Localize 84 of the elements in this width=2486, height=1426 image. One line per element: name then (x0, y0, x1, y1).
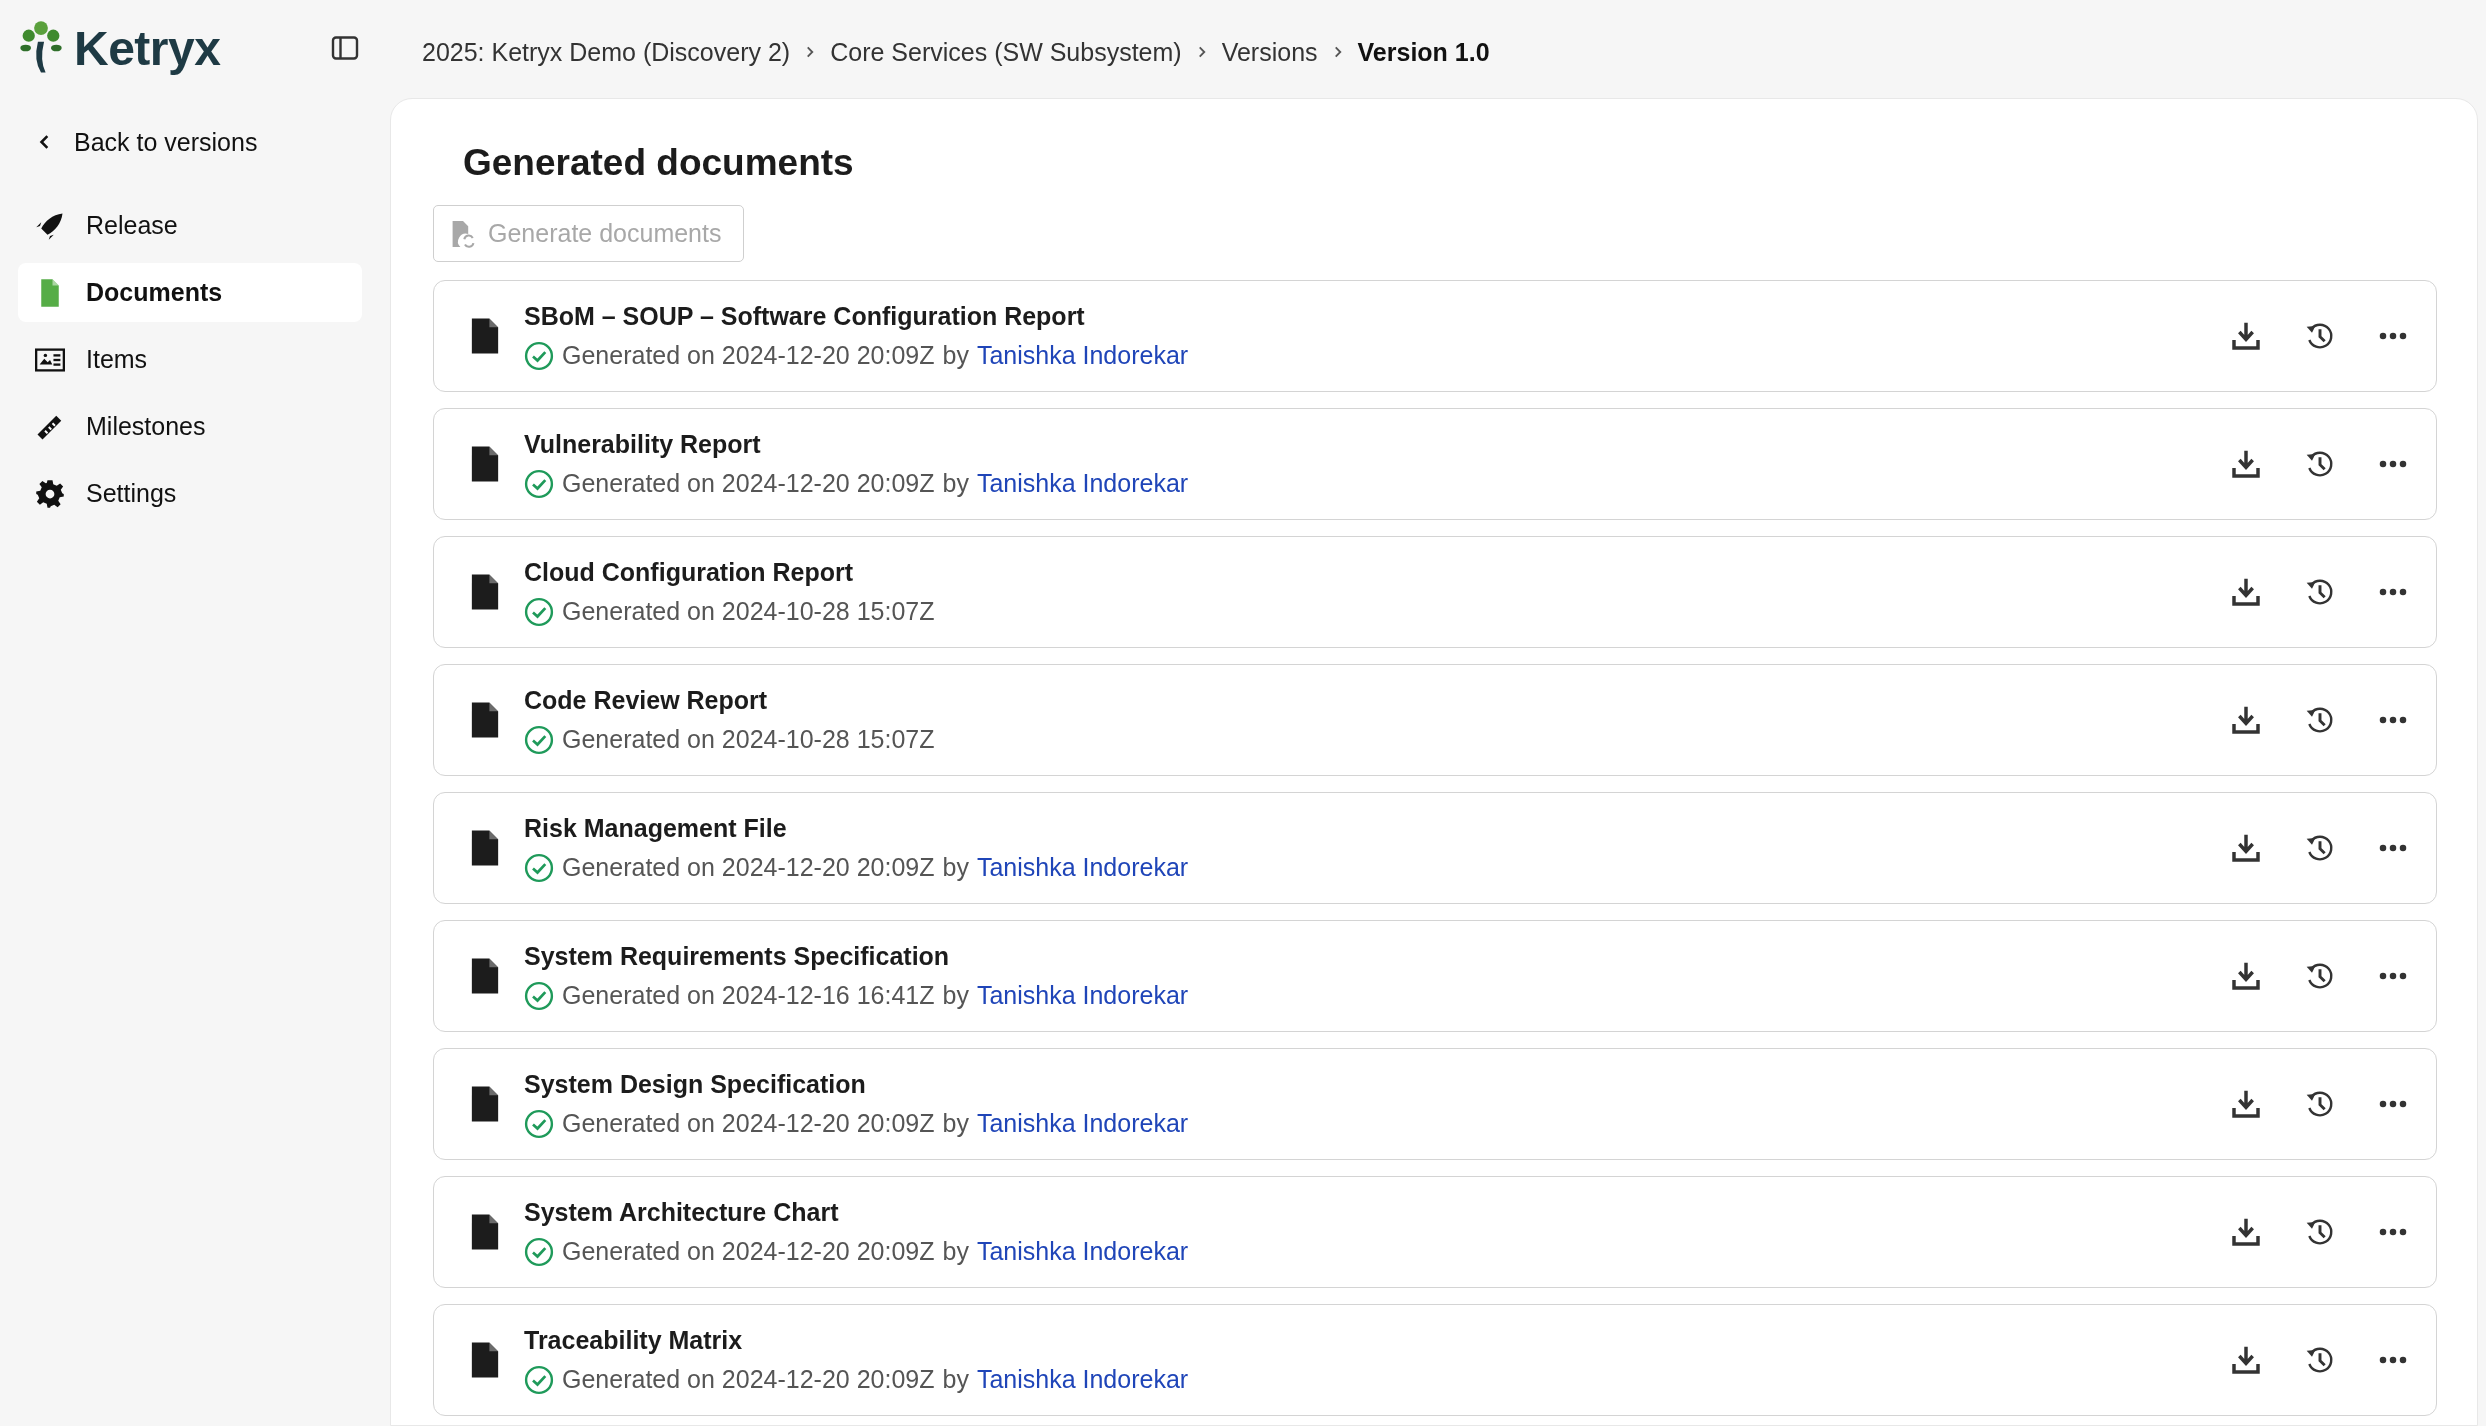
download-icon[interactable] (2230, 1088, 2262, 1121)
document-icon (470, 1213, 500, 1252)
document-icon (470, 701, 500, 740)
document-title: Code Review Report (524, 685, 769, 715)
document-icon (470, 1085, 500, 1124)
more-icon[interactable] (2378, 1099, 2408, 1110)
document-icon (470, 829, 500, 868)
document-title: Cloud Configuration Report (524, 557, 855, 587)
check-circle-icon (524, 724, 554, 755)
generated-date: Generated on 2024-10-28 15:07Z (562, 597, 935, 627)
generated-date: Generated on 2024-10-28 15:07Z (562, 725, 935, 755)
by-label: by (942, 341, 969, 371)
check-circle-icon (524, 1236, 554, 1267)
check-circle-icon (524, 596, 554, 627)
download-icon[interactable] (2230, 1344, 2262, 1377)
author-link[interactable]: Tanishka Indorekar (976, 1365, 1189, 1395)
more-icon[interactable] (2378, 715, 2408, 726)
sidebar-toggle-icon[interactable] (330, 33, 360, 63)
document-icon (470, 317, 500, 356)
generated-date: Generated on 2024-12-20 20:09Z (562, 853, 935, 883)
download-icon[interactable] (2230, 576, 2262, 609)
download-icon[interactable] (2230, 448, 2262, 481)
download-icon[interactable] (2230, 832, 2262, 865)
check-circle-icon (524, 852, 554, 883)
document-icon (470, 1341, 500, 1380)
document-title: System Architecture Chart (524, 1197, 840, 1227)
more-icon[interactable] (2378, 1355, 2408, 1366)
document-title: System Design Specification (524, 1069, 867, 1099)
by-label: by (942, 1109, 969, 1139)
author-link[interactable]: Tanishka Indorekar (976, 981, 1189, 1011)
back-link[interactable]: Back to versions (38, 122, 362, 162)
check-circle-icon (524, 980, 554, 1011)
generated-date: Generated on 2024-12-20 20:09Z (562, 469, 935, 499)
download-icon[interactable] (2230, 1216, 2262, 1249)
settings-icon (35, 478, 65, 509)
download-icon[interactable] (2230, 960, 2262, 993)
by-label: by (942, 981, 969, 1011)
author-link[interactable]: Tanishka Indorekar (976, 853, 1189, 883)
page-title: Generated documents (463, 141, 855, 185)
generated-date: Generated on 2024-12-20 20:09Z (562, 341, 935, 371)
author-link[interactable]: Tanishka Indorekar (976, 1237, 1189, 1267)
author-link[interactable]: Tanishka Indorekar (976, 1109, 1189, 1139)
download-icon[interactable] (2230, 704, 2262, 737)
sidebar-item[interactable]: Items (18, 330, 362, 389)
check-circle-icon (524, 1108, 554, 1139)
document-icon (470, 445, 500, 484)
document-title: SBoM – SOUP – Software Configuration Report (524, 301, 1086, 331)
download-icon[interactable] (2230, 320, 2262, 353)
document-refresh-icon (450, 218, 476, 249)
more-icon[interactable] (2378, 587, 2408, 598)
more-icon[interactable] (2378, 459, 2408, 470)
more-icon[interactable] (2378, 843, 2408, 854)
generated-date: Generated on 2024-12-20 20:09Z (562, 1237, 935, 1267)
more-icon[interactable] (2378, 971, 2408, 982)
generated-date: Generated on 2024-12-20 20:09Z (562, 1109, 935, 1139)
check-circle-icon (524, 1364, 554, 1395)
breadcrumb-link[interactable]: 2025: Ketryx Demo (Discovery 2) (422, 37, 791, 67)
by-label: by (942, 1365, 969, 1395)
sidebar-item[interactable]: Milestones (18, 397, 362, 456)
more-icon[interactable] (2378, 331, 2408, 342)
by-label: by (942, 853, 969, 883)
document-icon (470, 573, 500, 612)
document-title: Vulnerability Report (524, 429, 762, 459)
breadcrumb-link[interactable]: Versions (1221, 37, 1318, 67)
document-icon (470, 957, 500, 996)
author-link[interactable]: Tanishka Indorekar (976, 341, 1189, 371)
breadcrumb-link[interactable]: Version 1.0 (1357, 37, 1490, 67)
sidebar-item[interactable]: Release (18, 196, 362, 255)
breadcrumb-link[interactable]: Core Services (SW Subsystem) (830, 37, 1182, 67)
document-title: Traceability Matrix (524, 1325, 744, 1355)
sidebar-item[interactable]: Documents (18, 263, 362, 322)
check-circle-icon (524, 340, 554, 371)
check-circle-icon (524, 468, 554, 499)
by-label: by (942, 469, 969, 499)
generated-date: Generated on 2024-12-20 20:09Z (562, 1365, 935, 1395)
document-title: System Requirements Specification (524, 941, 951, 971)
document-title: Risk Management File (524, 813, 788, 843)
generated-date: Generated on 2024-12-16 16:41Z (562, 981, 935, 1011)
author-link[interactable]: Tanishka Indorekar (976, 469, 1189, 499)
tree-logo-icon (18, 20, 64, 76)
by-label: by (942, 1237, 969, 1267)
more-icon[interactable] (2378, 1227, 2408, 1238)
brand-name: Ketryx (74, 20, 221, 76)
sidebar-item[interactable]: Settings (18, 464, 362, 523)
